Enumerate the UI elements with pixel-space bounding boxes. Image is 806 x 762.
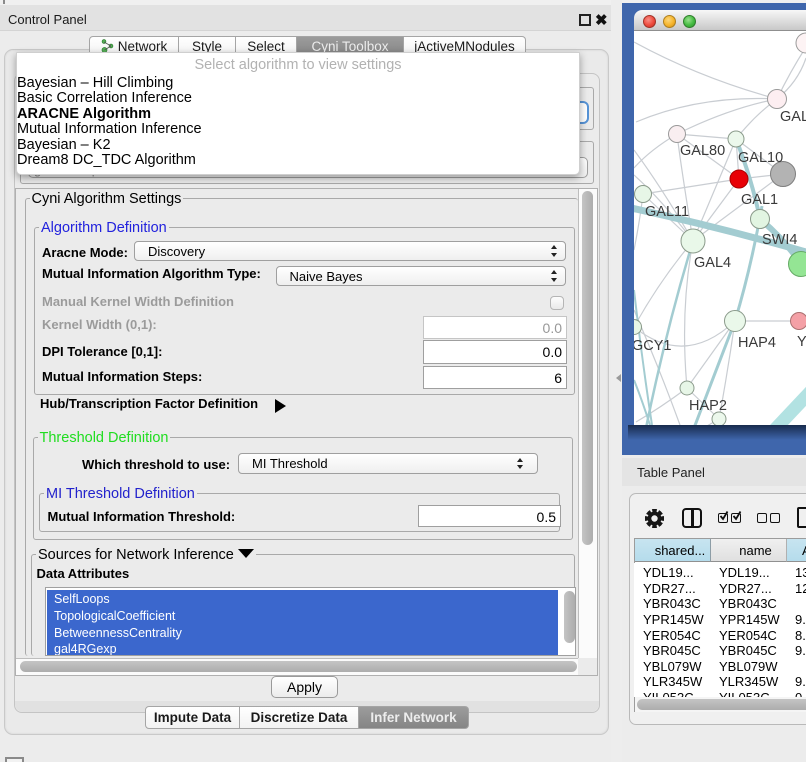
svg-text:HAP4: HAP4 [738, 335, 776, 351]
svg-text:HAP2: HAP2 [689, 398, 727, 414]
svg-text:GAL10: GAL10 [738, 150, 783, 166]
svg-text:GCY1: GCY1 [634, 338, 672, 354]
svg-text:Y: Y [797, 334, 806, 350]
svg-text:GAL80: GAL80 [680, 143, 725, 159]
svg-text:GAL4: GAL4 [694, 255, 731, 271]
svg-text:GAL11: GAL11 [645, 204, 689, 220]
svg-text:SWI4: SWI4 [762, 232, 797, 248]
svg-text:GAL: GAL [780, 109, 806, 125]
svg-text:GAL1: GAL1 [741, 192, 778, 208]
